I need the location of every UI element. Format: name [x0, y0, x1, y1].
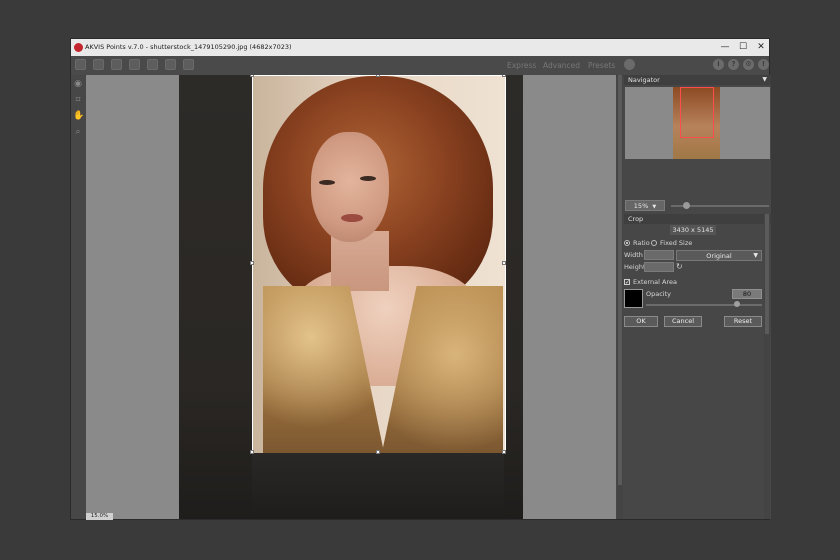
info-icon[interactable]: i: [713, 59, 724, 70]
hand-icon[interactable]: ✋: [73, 111, 84, 121]
height-label: Height: [624, 263, 646, 271]
left-eye: [319, 180, 335, 185]
app-logo-icon: [74, 43, 83, 52]
tab-presets[interactable]: Presets: [588, 56, 615, 75]
ratio-select[interactable]: Original ▼: [676, 250, 762, 261]
cancel-button[interactable]: Cancel: [664, 316, 702, 327]
width-label: Width: [624, 251, 643, 259]
zoom-select[interactable]: 15% ▼: [625, 200, 665, 211]
panel-scrollbar-thumb[interactable]: [765, 214, 769, 334]
close-button[interactable]: ✕: [753, 39, 769, 56]
crop-header: Crop: [624, 214, 771, 224]
navigator-preview[interactable]: [625, 87, 770, 159]
navigator-title: Navigator: [628, 76, 660, 84]
opacity-field[interactable]: 80: [732, 289, 762, 299]
panel-scrollbar[interactable]: [764, 214, 770, 519]
crop-handle-left[interactable]: [250, 261, 254, 265]
app-window: AKVIS Points v.7.0 - shutterstock_147910…: [70, 38, 771, 520]
opacity-slider-handle[interactable]: [734, 301, 740, 307]
right-eye: [360, 176, 376, 181]
print-icon[interactable]: [129, 59, 140, 70]
opacity-slider[interactable]: [646, 304, 762, 306]
image-canvas[interactable]: [86, 75, 616, 519]
tab-express[interactable]: Express: [507, 56, 536, 75]
crop-handle-top[interactable]: [376, 75, 380, 77]
crop-area[interactable]: [252, 75, 506, 454]
rotate-icon[interactable]: ↻: [676, 262, 685, 271]
ratio-label: Ratio: [633, 239, 650, 247]
chevron-down-icon: ▼: [753, 252, 758, 259]
preset-settings-icon[interactable]: [624, 59, 635, 70]
toolbar: Express Advanced Presets i ? ⚙ !: [71, 56, 769, 76]
eye-icon[interactable]: ◉: [73, 79, 83, 89]
plugin-icon[interactable]: [183, 59, 194, 70]
image-outside-crop-bottom: [252, 453, 504, 519]
batch-icon[interactable]: [147, 59, 158, 70]
minimize-button[interactable]: —: [717, 39, 733, 56]
crop-handle-bottom-left[interactable]: [250, 450, 254, 454]
crop-handle-bottom[interactable]: [376, 450, 380, 454]
chevron-down-icon[interactable]: ▼: [762, 75, 767, 85]
navigator-header[interactable]: Navigator ▼: [624, 75, 771, 85]
external-area-label: External Area: [633, 278, 677, 286]
ratio-radio[interactable]: [624, 240, 630, 246]
width-field[interactable]: [644, 250, 674, 260]
news-icon[interactable]: !: [758, 59, 769, 70]
title-bar: AKVIS Points v.7.0 - shutterstock_147910…: [71, 39, 769, 56]
zoom-icon[interactable]: ⌕: [73, 127, 83, 137]
crop-icon[interactable]: ⌗: [73, 95, 83, 105]
tab-advanced[interactable]: Advanced: [543, 56, 580, 75]
crop-title: Crop: [628, 215, 644, 223]
ratio-select-value: Original: [706, 252, 732, 260]
height-field[interactable]: [644, 262, 674, 272]
crop-handle-bottom-right[interactable]: [502, 450, 506, 454]
lips: [341, 214, 363, 222]
crop-handle-top-right[interactable]: [502, 75, 506, 77]
save-as-icon[interactable]: [111, 59, 122, 70]
fixed-size-radio[interactable]: [651, 240, 657, 246]
reset-button[interactable]: Reset: [724, 316, 762, 327]
window-title: AKVIS Points v.7.0 - shutterstock_147910…: [85, 43, 292, 51]
save-icon[interactable]: [93, 59, 104, 70]
open-icon[interactable]: [75, 59, 86, 70]
maximize-button[interactable]: ☐: [735, 39, 751, 56]
canvas-scrollbar[interactable]: [617, 75, 623, 519]
zoom-status: 15.0%: [86, 513, 113, 520]
settings-panel: Navigator ▼ 15% ▼ Crop 3430 x 5145 Ratio…: [624, 75, 771, 519]
tools-bar: ◉ ⌗ ✋ ⌕: [71, 75, 85, 519]
settings-icon[interactable]: ⚙: [743, 59, 754, 70]
external-area-checkbox[interactable]: ✓: [624, 279, 630, 286]
zoom-value: 15%: [633, 202, 649, 210]
share-icon[interactable]: [165, 59, 176, 70]
chevron-down-icon: ▼: [652, 204, 657, 210]
crop-handle-right[interactable]: [502, 261, 506, 265]
navigator-view-frame[interactable]: [680, 87, 714, 138]
crop-dimensions: 3430 x 5145: [670, 225, 716, 235]
external-area-color-swatch[interactable]: [624, 289, 643, 308]
crop-handle-top-left[interactable]: [250, 75, 254, 77]
canvas-scrollbar-thumb[interactable]: [618, 75, 622, 485]
fixed-size-label: Fixed Size: [660, 239, 693, 247]
zoom-slider-handle[interactable]: [683, 202, 690, 209]
face: [311, 132, 389, 242]
opacity-label: Opacity: [646, 290, 672, 298]
help-icon[interactable]: ?: [728, 59, 739, 70]
ok-button[interactable]: OK: [624, 316, 658, 327]
